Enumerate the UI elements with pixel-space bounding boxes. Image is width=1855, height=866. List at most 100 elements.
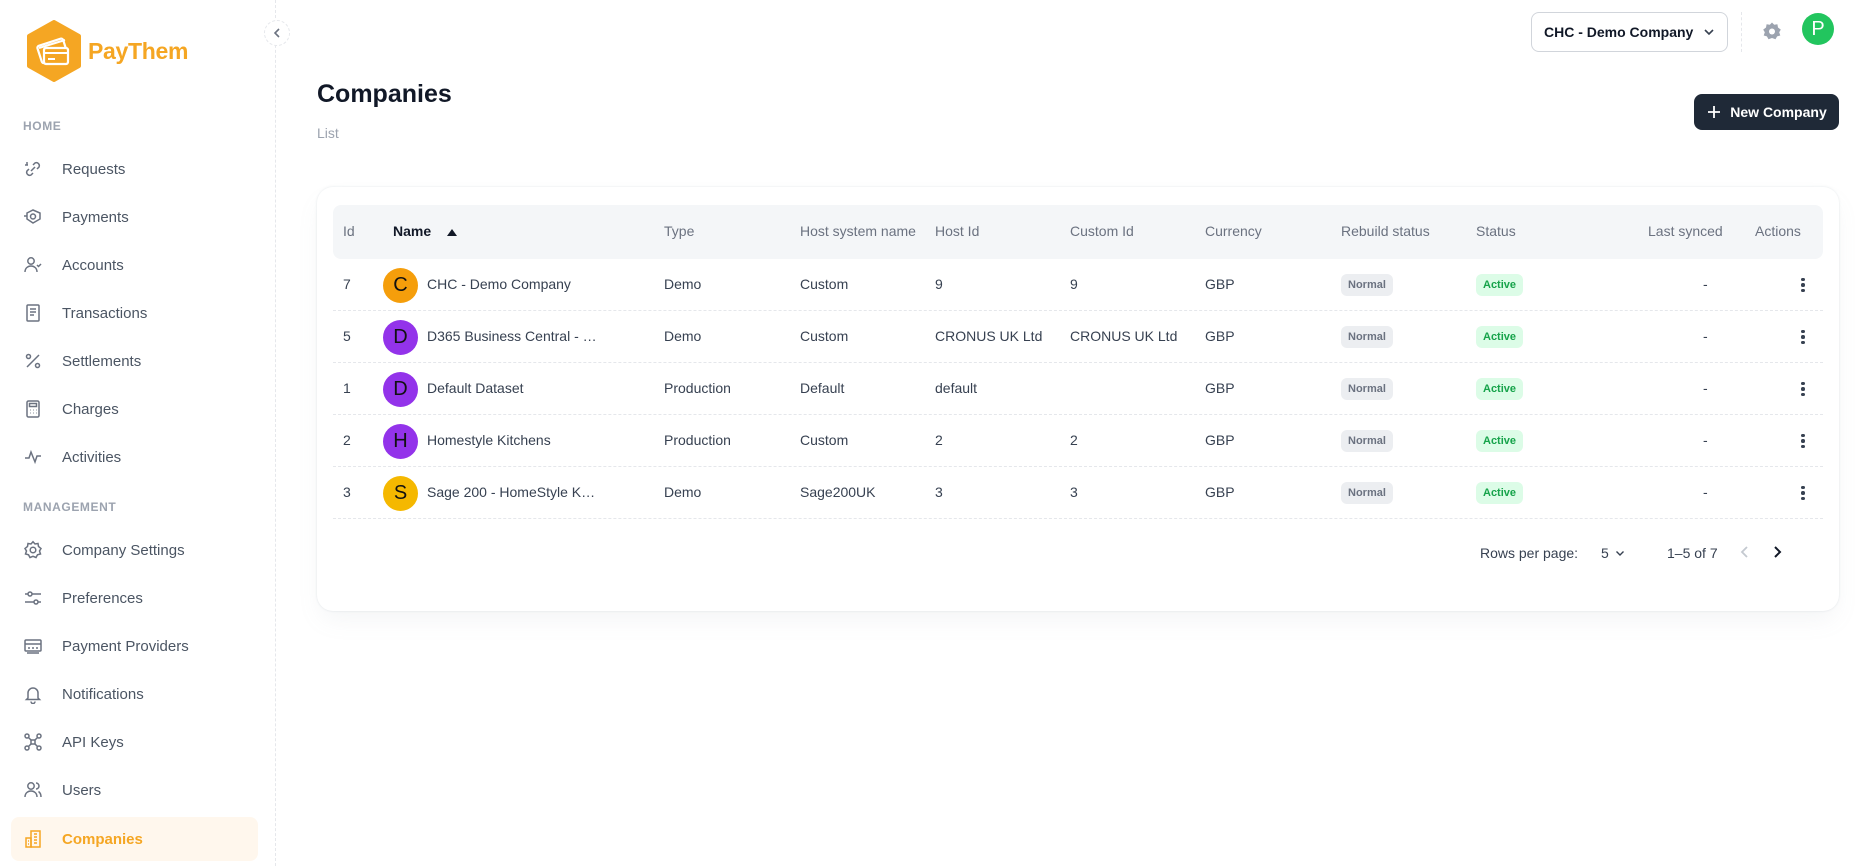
cell-host-id: 9 bbox=[935, 276, 943, 292]
collapse-sidebar-button[interactable] bbox=[264, 20, 290, 46]
cell-name[interactable]: D365 Business Central - Cro... bbox=[427, 328, 597, 344]
sidebar-item-settlements[interactable]: Settlements bbox=[11, 339, 258, 383]
cell-type: Demo bbox=[664, 484, 702, 500]
sidebar-item-requests[interactable]: Requests bbox=[11, 147, 258, 191]
companies-card: Id Name Type Host system name Host Id Cu… bbox=[317, 187, 1839, 611]
sidebar-item-label: Requests bbox=[62, 160, 126, 178]
page-title: Companies bbox=[317, 80, 452, 108]
activity-icon bbox=[23, 447, 43, 467]
column-header-actions: Actions bbox=[1755, 223, 1801, 239]
column-header-name[interactable]: Name bbox=[393, 223, 431, 239]
cell-custom-id: 2 bbox=[1070, 432, 1078, 448]
rows-per-page-value: 5 bbox=[1601, 545, 1609, 561]
breadcrumb: List bbox=[317, 125, 339, 141]
status-badge: Active bbox=[1476, 482, 1524, 504]
rebuild-status-badge: Normal bbox=[1341, 378, 1393, 400]
previous-page-button[interactable] bbox=[1737, 544, 1753, 563]
settings-button[interactable] bbox=[1755, 15, 1789, 49]
sidebar-item-label: Charges bbox=[62, 400, 119, 418]
sidebar-item-users[interactable]: Users bbox=[11, 768, 258, 812]
sidebar-item-api-keys[interactable]: API Keys bbox=[11, 720, 258, 764]
sidebar-item-label: Payments bbox=[62, 208, 129, 226]
column-header-rebuild-status[interactable]: Rebuild status bbox=[1341, 223, 1430, 239]
row-actions-menu-icon[interactable] bbox=[1793, 327, 1813, 347]
column-header-host-system-name[interactable]: Host system name bbox=[800, 223, 916, 239]
chevron-left-icon bbox=[1740, 546, 1748, 558]
sidebar-item-accounts[interactable]: Accounts bbox=[11, 243, 258, 287]
sidebar-item-charges[interactable]: Charges bbox=[11, 387, 258, 431]
sidebar-item-preferences[interactable]: Preferences bbox=[11, 576, 258, 620]
column-header-custom-id[interactable]: Custom Id bbox=[1070, 223, 1134, 239]
row-actions-menu-icon[interactable] bbox=[1793, 275, 1813, 295]
provider-icon bbox=[23, 636, 43, 656]
rows-per-page-select[interactable]: 5 bbox=[1601, 545, 1625, 561]
next-page-button[interactable] bbox=[1769, 544, 1785, 563]
new-company-label: New Company bbox=[1730, 104, 1827, 120]
sliders-icon bbox=[23, 588, 43, 608]
sidebar-item-label: Accounts bbox=[62, 256, 124, 274]
sort-ascending-icon[interactable] bbox=[446, 228, 458, 238]
table-row[interactable]: 3 S Sage 200 - HomeStyle Kitch... Demo Sage2… bbox=[333, 467, 1823, 519]
sidebar-item-notifications[interactable]: Notifications bbox=[11, 672, 258, 716]
cell-last-synced: - bbox=[1703, 380, 1708, 396]
brand-logo[interactable]: PayThem bbox=[26, 20, 188, 82]
percent-icon bbox=[23, 351, 43, 371]
row-actions-menu-icon[interactable] bbox=[1793, 483, 1813, 503]
sidebar-item-transactions[interactable]: Transactions bbox=[11, 291, 258, 335]
cell-name[interactable]: Default Dataset bbox=[427, 380, 597, 396]
cell-name[interactable]: Homestyle Kitchens bbox=[427, 432, 597, 448]
column-header-status[interactable]: Status bbox=[1476, 223, 1516, 239]
company-avatar: S bbox=[383, 476, 418, 511]
sidebar-item-company-settings[interactable]: Company Settings bbox=[11, 528, 258, 572]
new-company-button[interactable]: New Company bbox=[1694, 94, 1839, 130]
rebuild-status-badge: Normal bbox=[1341, 430, 1393, 452]
sidebar-item-companies[interactable]: Companies bbox=[11, 817, 258, 861]
cell-currency: GBP bbox=[1205, 276, 1235, 292]
table-row[interactable]: 1 D Default Dataset Production Default defaul… bbox=[333, 363, 1823, 415]
row-actions-menu-icon[interactable] bbox=[1793, 379, 1813, 399]
table-row[interactable]: 2 H Homestyle Kitchens Production Custom 2 2 GB… bbox=[333, 415, 1823, 467]
column-header-last-synced[interactable]: Last synced bbox=[1648, 223, 1723, 239]
cell-custom-id: 3 bbox=[1070, 484, 1078, 500]
cell-host-id: 2 bbox=[935, 432, 943, 448]
cell-id: 5 bbox=[343, 328, 351, 344]
company-avatar: C bbox=[383, 268, 418, 303]
rebuild-status-badge: Normal bbox=[1341, 326, 1393, 348]
table-row[interactable]: 5 D D365 Business Central - Cro... Demo Cust… bbox=[333, 311, 1823, 363]
cell-currency: GBP bbox=[1205, 484, 1235, 500]
sidebar-item-payments[interactable]: Payments bbox=[11, 195, 258, 239]
accounts-icon bbox=[23, 255, 43, 275]
sidebar-item-activities[interactable]: Activities bbox=[11, 435, 258, 479]
column-header-type[interactable]: Type bbox=[664, 223, 694, 239]
sidebar-item-label: Transactions bbox=[62, 304, 148, 322]
section-title-management: MANAGEMENT bbox=[23, 500, 117, 514]
table-row[interactable]: 7 C CHC - Demo Company Demo Custom 9 9 GBP Norma… bbox=[333, 259, 1823, 311]
row-actions-menu-icon[interactable] bbox=[1793, 431, 1813, 451]
column-header-host-id[interactable]: Host Id bbox=[935, 223, 979, 239]
bell-icon bbox=[23, 684, 43, 704]
cell-host-system-name: Default bbox=[800, 380, 845, 396]
status-badge: Active bbox=[1476, 326, 1524, 348]
chevron-down-icon bbox=[1615, 551, 1624, 556]
gear-icon bbox=[1763, 22, 1781, 40]
column-header-id[interactable]: Id bbox=[343, 223, 355, 239]
cell-host-id: CRONUS UK Ltd bbox=[935, 328, 1043, 344]
users-icon bbox=[23, 780, 43, 800]
company-selector[interactable]: CHC - Demo Company bbox=[1531, 12, 1728, 52]
cell-type: Demo bbox=[664, 328, 702, 344]
user-avatar[interactable]: P bbox=[1802, 13, 1834, 45]
sidebar-item-payment-providers[interactable]: Payment Providers bbox=[11, 624, 258, 668]
gear-icon bbox=[23, 540, 43, 560]
chevron-left-icon bbox=[273, 28, 280, 38]
cell-name[interactable]: Sage 200 - HomeStyle Kitch... bbox=[427, 484, 597, 500]
cell-last-synced: - bbox=[1703, 484, 1708, 500]
chevron-down-icon bbox=[1704, 29, 1714, 36]
cell-last-synced: - bbox=[1703, 432, 1708, 448]
company-selector-value: CHC - Demo Company bbox=[1544, 24, 1694, 40]
table-header: Id Name Type Host system name Host Id Cu… bbox=[333, 205, 1823, 259]
column-header-currency[interactable]: Currency bbox=[1205, 223, 1262, 239]
status-badge: Active bbox=[1476, 274, 1524, 296]
status-badge: Active bbox=[1476, 378, 1524, 400]
cell-host-system-name: Custom bbox=[800, 432, 849, 448]
cell-name[interactable]: CHC - Demo Company bbox=[427, 276, 597, 292]
